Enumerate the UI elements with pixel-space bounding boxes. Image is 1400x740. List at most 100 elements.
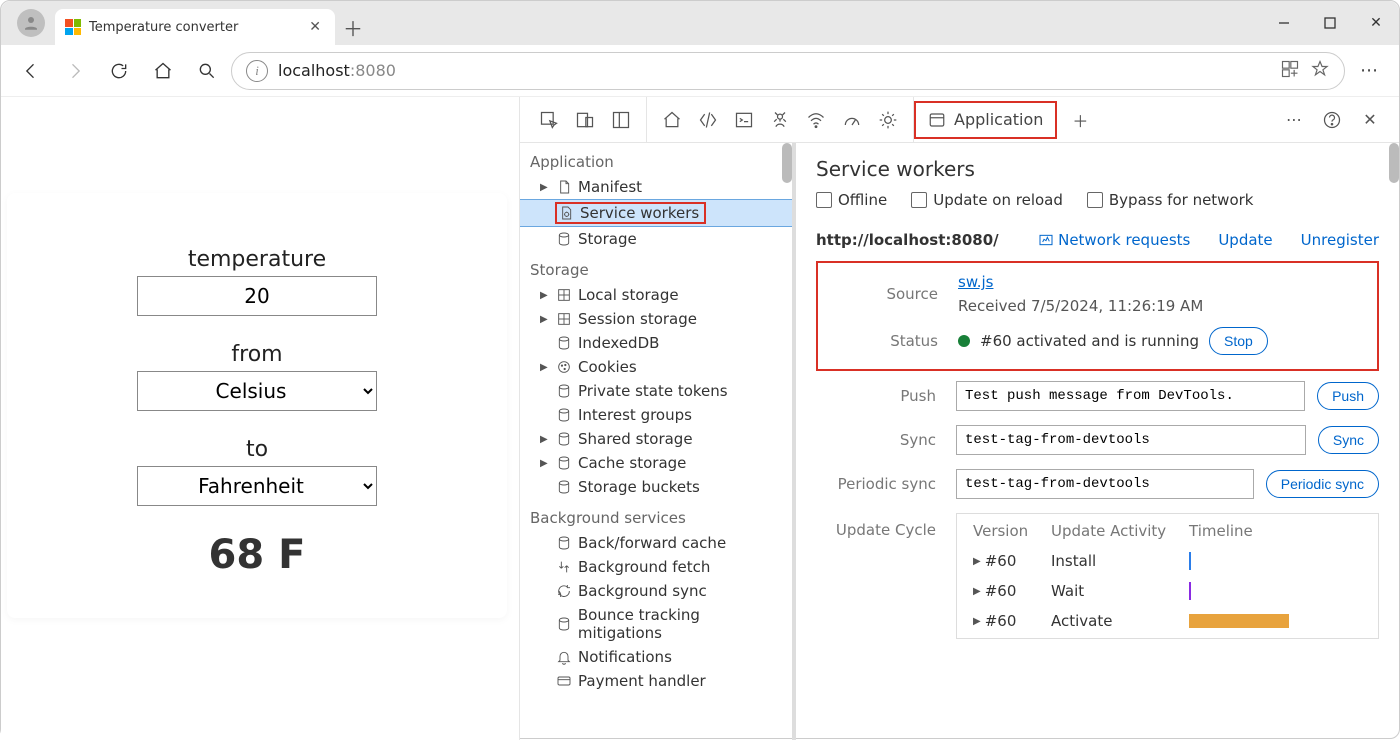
update-link[interactable]: Update [1218, 231, 1272, 249]
push-button[interactable]: Push [1317, 382, 1379, 410]
sidebar-item-storage-summary[interactable]: Storage [520, 227, 792, 251]
push-input[interactable] [956, 381, 1305, 411]
status-label: Status [818, 332, 958, 350]
site-info-icon[interactable]: i [246, 60, 268, 82]
sidebar-section-application: Application [520, 143, 792, 175]
sidebar-item-payment-handler[interactable]: Payment handler [520, 669, 792, 693]
sync-label: Sync [816, 431, 956, 449]
sw-info-highlight: Source sw.js Received 7/5/2024, 11:26:19… [816, 261, 1379, 371]
cycle-activity: Wait [1051, 582, 1171, 600]
network-requests-link[interactable]: Network requests [1038, 231, 1190, 249]
source-file-link[interactable]: sw.js [958, 273, 993, 291]
add-tab-button[interactable]: ＋ [1063, 103, 1097, 137]
sidebar-item-session-storage[interactable]: ▶Session storage [520, 307, 792, 331]
sidebar-item-background-sync[interactable]: Background sync [520, 579, 792, 603]
source-label: Source [818, 285, 958, 303]
update-on-reload-checkbox[interactable]: Update on reload [911, 191, 1063, 209]
sidebar-item-back-forward-cache[interactable]: Back/forward cache [520, 531, 792, 555]
bypass-network-checkbox[interactable]: Bypass for network [1087, 191, 1254, 209]
temperature-input[interactable] [137, 276, 377, 316]
sidebar-item-indexeddb[interactable]: IndexedDB [520, 331, 792, 355]
back-button[interactable] [11, 51, 51, 91]
stop-button[interactable]: Stop [1209, 327, 1268, 355]
sidebar-item-service-workers[interactable]: Service workers [520, 199, 792, 227]
sidebar-item-notifications[interactable]: Notifications [520, 645, 792, 669]
cycle-version[interactable]: ▶#60 [973, 552, 1033, 570]
memory-tab-icon[interactable] [871, 103, 905, 137]
sidebar-item-bounce-tracking[interactable]: Bounce tracking mitigations [520, 603, 792, 645]
sidebar-item-interest-groups[interactable]: Interest groups [520, 403, 792, 427]
offline-checkbox[interactable]: Offline [816, 191, 887, 209]
search-button[interactable] [187, 51, 227, 91]
devtools-close-button[interactable]: ✕ [1353, 103, 1387, 137]
window-titlebar: Temperature converter ✕ ＋ ✕ [1, 1, 1399, 45]
dock-side-icon[interactable] [604, 103, 638, 137]
col-timeline: Timeline [1189, 522, 1309, 540]
devtools-help-button[interactable] [1315, 103, 1349, 137]
periodic-sync-input[interactable] [956, 469, 1254, 499]
sources-tab-icon[interactable] [763, 103, 797, 137]
cycle-version[interactable]: ▶#60 [973, 582, 1033, 600]
converter-card: temperature from Celsius to Fahrenheit 6… [7, 193, 507, 618]
address-bar[interactable]: i localhost:8080 [231, 52, 1345, 90]
sidebar-item-manifest[interactable]: ▶Manifest [520, 175, 792, 199]
maximize-button[interactable] [1307, 1, 1353, 45]
tab-title: Temperature converter [89, 20, 238, 35]
cycle-activity: Install [1051, 552, 1171, 570]
sidebar-item-cache-storage[interactable]: ▶Cache storage [520, 451, 792, 475]
update-cycle-label: Update Cycle [816, 513, 956, 539]
application-sidebar: Application ▶Manifest Service workers St… [520, 143, 796, 740]
new-tab-button[interactable]: ＋ [335, 9, 371, 45]
tab-close-button[interactable]: ✕ [305, 15, 325, 39]
periodic-sync-label: Periodic sync [816, 475, 956, 493]
home-button[interactable] [143, 51, 183, 91]
sync-input[interactable] [956, 425, 1306, 455]
from-label: from [47, 342, 467, 367]
refresh-button[interactable] [99, 51, 139, 91]
favorite-icon[interactable] [1310, 59, 1330, 83]
temperature-label: temperature [47, 247, 467, 272]
console-tab-icon[interactable] [727, 103, 761, 137]
unregister-link[interactable]: Unregister [1301, 231, 1379, 249]
device-toolbar-icon[interactable] [568, 103, 602, 137]
welcome-tab-icon[interactable] [655, 103, 689, 137]
periodic-sync-button[interactable]: Periodic sync [1266, 470, 1379, 498]
window-icon [928, 111, 946, 129]
sync-button[interactable]: Sync [1318, 426, 1379, 454]
service-workers-pane: Service workers Offline Update on reload… [796, 143, 1399, 740]
elements-tab-icon[interactable] [691, 103, 725, 137]
scrollbar-thumb[interactable] [782, 143, 792, 183]
sidebar-section-storage: Storage [520, 251, 792, 283]
to-select[interactable]: Fahrenheit [137, 466, 377, 506]
sidebar-item-private-state-tokens[interactable]: Private state tokens [520, 379, 792, 403]
forward-button[interactable] [55, 51, 95, 91]
scrollbar-thumb[interactable] [1389, 143, 1399, 183]
browser-tab[interactable]: Temperature converter ✕ [55, 9, 335, 45]
browser-menu-button[interactable]: ⋯ [1349, 51, 1389, 91]
sidebar-item-background-fetch[interactable]: Background fetch [520, 555, 792, 579]
status-text: #60 activated and is running [980, 332, 1199, 350]
profile-avatar[interactable] [17, 9, 45, 37]
devtools-more-button[interactable]: ⋯ [1277, 103, 1311, 137]
timeline-bar-wait [1189, 582, 1191, 600]
cycle-version[interactable]: ▶#60 [973, 612, 1033, 630]
col-activity: Update Activity [1051, 522, 1171, 540]
application-tab[interactable]: Application [914, 101, 1057, 139]
inspect-element-icon[interactable] [532, 103, 566, 137]
ms-logo-icon [65, 19, 81, 35]
status-dot-icon [958, 335, 970, 347]
url-text: localhost:8080 [278, 61, 396, 80]
minimize-button[interactable] [1261, 1, 1307, 45]
sidebar-item-local-storage[interactable]: ▶Local storage [520, 283, 792, 307]
devtools-tabstrip: Application ＋ ⋯ ✕ [520, 97, 1399, 143]
received-text: Received 7/5/2024, 11:26:19 AM [958, 297, 1357, 315]
performance-tab-icon[interactable] [835, 103, 869, 137]
network-tab-icon[interactable] [799, 103, 833, 137]
browser-toolbar: i localhost:8080 ⋯ [1, 45, 1399, 97]
sidebar-item-shared-storage[interactable]: ▶Shared storage [520, 427, 792, 451]
sidebar-item-storage-buckets[interactable]: Storage buckets [520, 475, 792, 499]
extensions-icon[interactable] [1280, 59, 1300, 83]
sidebar-item-cookies[interactable]: ▶Cookies [520, 355, 792, 379]
close-window-button[interactable]: ✕ [1353, 1, 1399, 45]
from-select[interactable]: Celsius [137, 371, 377, 411]
